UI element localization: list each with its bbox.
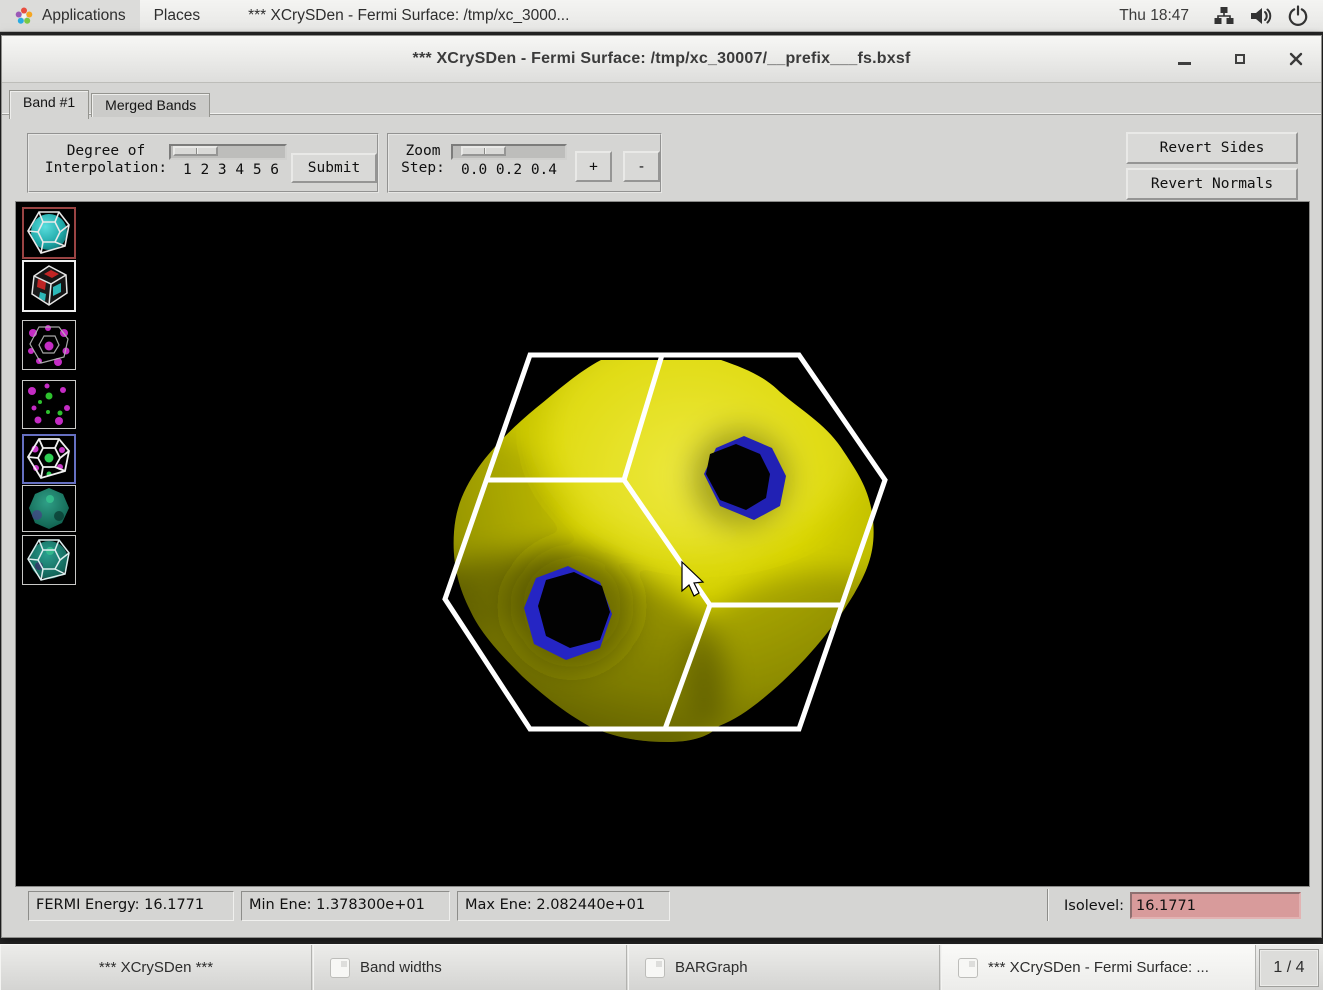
window-icon	[330, 958, 350, 978]
interpolation-group: Degree of Interpolation: 1 2 3 4 5 6 Sub…	[27, 133, 379, 193]
thumbnail-5-image	[24, 436, 74, 482]
tab-band-1-label: Band #1	[23, 94, 75, 110]
window-title: *** XCrySDen - Fermi Surface: /tmp/xc_30…	[413, 50, 911, 68]
task-fermi-surface-label: *** XCrySDen - Fermi Surface: ...	[988, 959, 1209, 976]
isolevel-label: Isolevel:	[1064, 894, 1124, 918]
view-thumbnail-7[interactable]	[22, 535, 76, 585]
maximize-button[interactable]	[1229, 48, 1251, 70]
close-button[interactable]	[1285, 48, 1307, 70]
zoom-step-slider-handle[interactable]	[461, 146, 506, 156]
network-icon[interactable]	[1213, 5, 1235, 27]
applications-icon	[14, 6, 34, 26]
view-thumbnail-4[interactable]	[22, 380, 76, 429]
max-energy-status: Max Ene: 2.082440e+01	[457, 891, 670, 921]
interpolation-slider-handle[interactable]	[173, 146, 218, 156]
zoom-label-line1: Zoom	[393, 143, 453, 160]
view-thumbnail-5[interactable]	[22, 434, 76, 484]
tab-band-1[interactable]: Band #1	[9, 90, 89, 119]
revert-normals-button[interactable]: Revert Normals	[1126, 168, 1298, 200]
fermi-surface-scene[interactable]	[16, 202, 1311, 888]
titlebar: *** XCrySDen - Fermi Surface: /tmp/xc_30…	[2, 36, 1321, 83]
fermi-energy-status: FERMI Energy: 16.1771	[28, 891, 234, 921]
view-thumbnail-1[interactable]	[22, 207, 76, 259]
close-icon	[1289, 52, 1303, 66]
interpolation-label-line2: Interpolation:	[35, 160, 177, 177]
interpolation-label-line1: Degree of	[35, 143, 177, 160]
minimize-button[interactable]	[1173, 48, 1195, 70]
places-label: Places	[154, 7, 201, 25]
thumbnail-3-image	[23, 321, 75, 369]
task-xcrysden-main-label: *** XCrySDen ***	[99, 959, 213, 976]
status-separator	[1047, 889, 1049, 921]
zoom-step-ticks: 0.0 0.2 0.4	[449, 162, 569, 178]
window-icon	[645, 958, 665, 978]
interpolation-label: Degree of Interpolation:	[35, 143, 177, 177]
zoom-step-group: Zoom Step: 0.0 0.2 0.4 + -	[387, 133, 662, 193]
task-fermi-surface[interactable]: *** XCrySDen - Fermi Surface: ...	[941, 945, 1256, 990]
window-icon	[958, 958, 978, 978]
volume-icon[interactable]	[1249, 5, 1273, 27]
fermi-surface-canvas[interactable]	[15, 201, 1310, 887]
thumbnail-2-image	[24, 262, 74, 310]
places-menu[interactable]: Places	[140, 0, 215, 31]
view-thumbnail-3[interactable]	[22, 320, 76, 370]
maximize-icon	[1235, 54, 1245, 64]
tab-merged-bands-label: Merged Bands	[105, 97, 196, 113]
isolevel-input[interactable]	[1130, 892, 1301, 919]
thumbnail-4-image	[23, 381, 75, 428]
task-xcrysden-main[interactable]: *** XCrySDen ***	[0, 945, 312, 990]
interpolation-slider[interactable]	[169, 144, 287, 160]
min-energy-status: Min Ene: 1.378300e+01	[241, 891, 450, 921]
zoom-in-button[interactable]: +	[575, 151, 612, 182]
task-band-widths-label: Band widths	[360, 959, 442, 976]
task-bargraph-label: BARGraph	[675, 959, 748, 976]
panel-status-icons	[1199, 5, 1323, 27]
zoom-step-label: Zoom Step:	[393, 143, 453, 177]
thumbnail-1-image	[24, 209, 74, 257]
window-controls	[1173, 36, 1307, 82]
window-list-item[interactable]: *** XCrySDen - Fermi Surface: /tmp/xc_30…	[234, 0, 583, 31]
zoom-out-button[interactable]: -	[623, 151, 660, 182]
task-bargraph[interactable]: BARGraph	[628, 945, 940, 990]
desktop-panel: Applications Places *** XCrySDen - Fermi…	[0, 0, 1323, 32]
interpolation-ticks: 1 2 3 4 5 6	[175, 162, 287, 178]
zoom-label-line2: Step:	[393, 160, 453, 177]
view-thumbnail-6[interactable]	[22, 485, 76, 532]
window-list-label: *** XCrySDen - Fermi Surface: /tmp/xc_30…	[248, 7, 569, 25]
revert-sides-button[interactable]: Revert Sides	[1126, 132, 1298, 164]
thumbnail-7-image	[23, 536, 75, 584]
tab-merged-bands[interactable]: Merged Bands	[91, 93, 210, 117]
workspace-pager[interactable]: 1 / 4	[1259, 949, 1319, 987]
clock[interactable]: Thu 18:47	[1109, 7, 1199, 25]
tab-bar: Band #1 Merged Bands	[9, 88, 212, 117]
applications-menu[interactable]: Applications	[0, 0, 140, 31]
thumbnail-6-image	[23, 486, 75, 531]
zoom-step-slider[interactable]	[451, 144, 567, 160]
taskbar: *** XCrySDen *** Band widths BARGraph **…	[0, 944, 1323, 990]
applications-label: Applications	[42, 7, 126, 25]
minimize-icon	[1178, 62, 1191, 65]
view-thumbnail-2[interactable]	[22, 260, 76, 312]
task-band-widths[interactable]: Band widths	[313, 945, 627, 990]
submit-button[interactable]: Submit	[291, 153, 377, 183]
xcrysden-fermi-window: *** XCrySDen - Fermi Surface: /tmp/xc_30…	[1, 35, 1322, 938]
power-icon[interactable]	[1287, 5, 1309, 27]
